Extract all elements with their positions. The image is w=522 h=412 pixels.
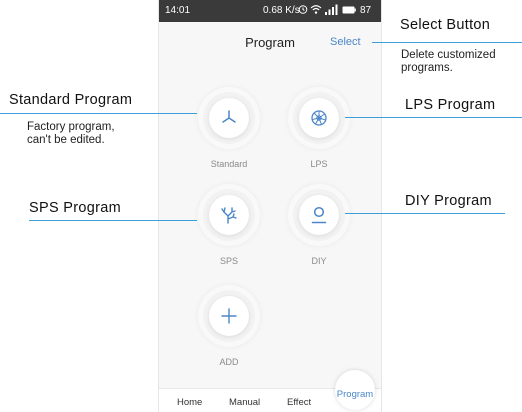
phone-screen: 14:01 0.68 K/s 87 Program Select Standar… [158, 0, 382, 412]
signal-icon [325, 4, 338, 15]
program-label: DIY [311, 256, 327, 266]
annotation-line-standard [0, 113, 197, 114]
status-network-rate: 0.68 K/s [263, 5, 300, 16]
annotation-standard-program-title: Standard Program [9, 92, 133, 108]
annotation-select-button-title: Select Button [400, 17, 491, 33]
battery-icon [342, 6, 356, 14]
annotation-line-diy [345, 213, 505, 214]
annotation-line-lps [345, 117, 522, 118]
annotation-standard-program-desc: Factory program, can't be edited. [27, 121, 115, 146]
nav-tab-manual[interactable]: Manual [229, 397, 260, 408]
program-label: SPS [219, 256, 238, 266]
select-button[interactable]: Select [330, 36, 361, 48]
standard-icon [222, 110, 236, 123]
program-label: ADD [219, 357, 239, 367]
battery-level: 87 [360, 5, 372, 16]
annotation-sps-program-title: SPS Program [29, 200, 121, 216]
annotation-diy-program-title: DIY Program [405, 193, 492, 209]
alarm-icon [298, 5, 308, 14]
program-label: LPS [310, 159, 328, 169]
user-icon [311, 206, 327, 224]
status-time: 14:01 [165, 5, 191, 16]
nav-tab-home[interactable]: Home [177, 397, 202, 408]
page-title: Program [245, 35, 295, 50]
nav-tab-effect[interactable]: Effect [287, 397, 311, 408]
annotation-line-sps [29, 220, 197, 221]
shell-icon [311, 110, 327, 126]
program-label: Standard [210, 159, 248, 169]
annotation-lps-program-title: LPS Program [405, 97, 496, 113]
plus-icon [221, 308, 237, 324]
coral-icon [221, 207, 237, 224]
wifi-icon [310, 5, 322, 14]
annotation-line-select [372, 42, 522, 43]
nav-tab-program[interactable]: Program [335, 370, 375, 410]
status-bar: 14:01 0.68 K/s 87 [159, 0, 381, 22]
nav-tab-program-label: Program [336, 389, 374, 400]
annotation-select-button-desc: Delete customized programs. [401, 49, 496, 74]
